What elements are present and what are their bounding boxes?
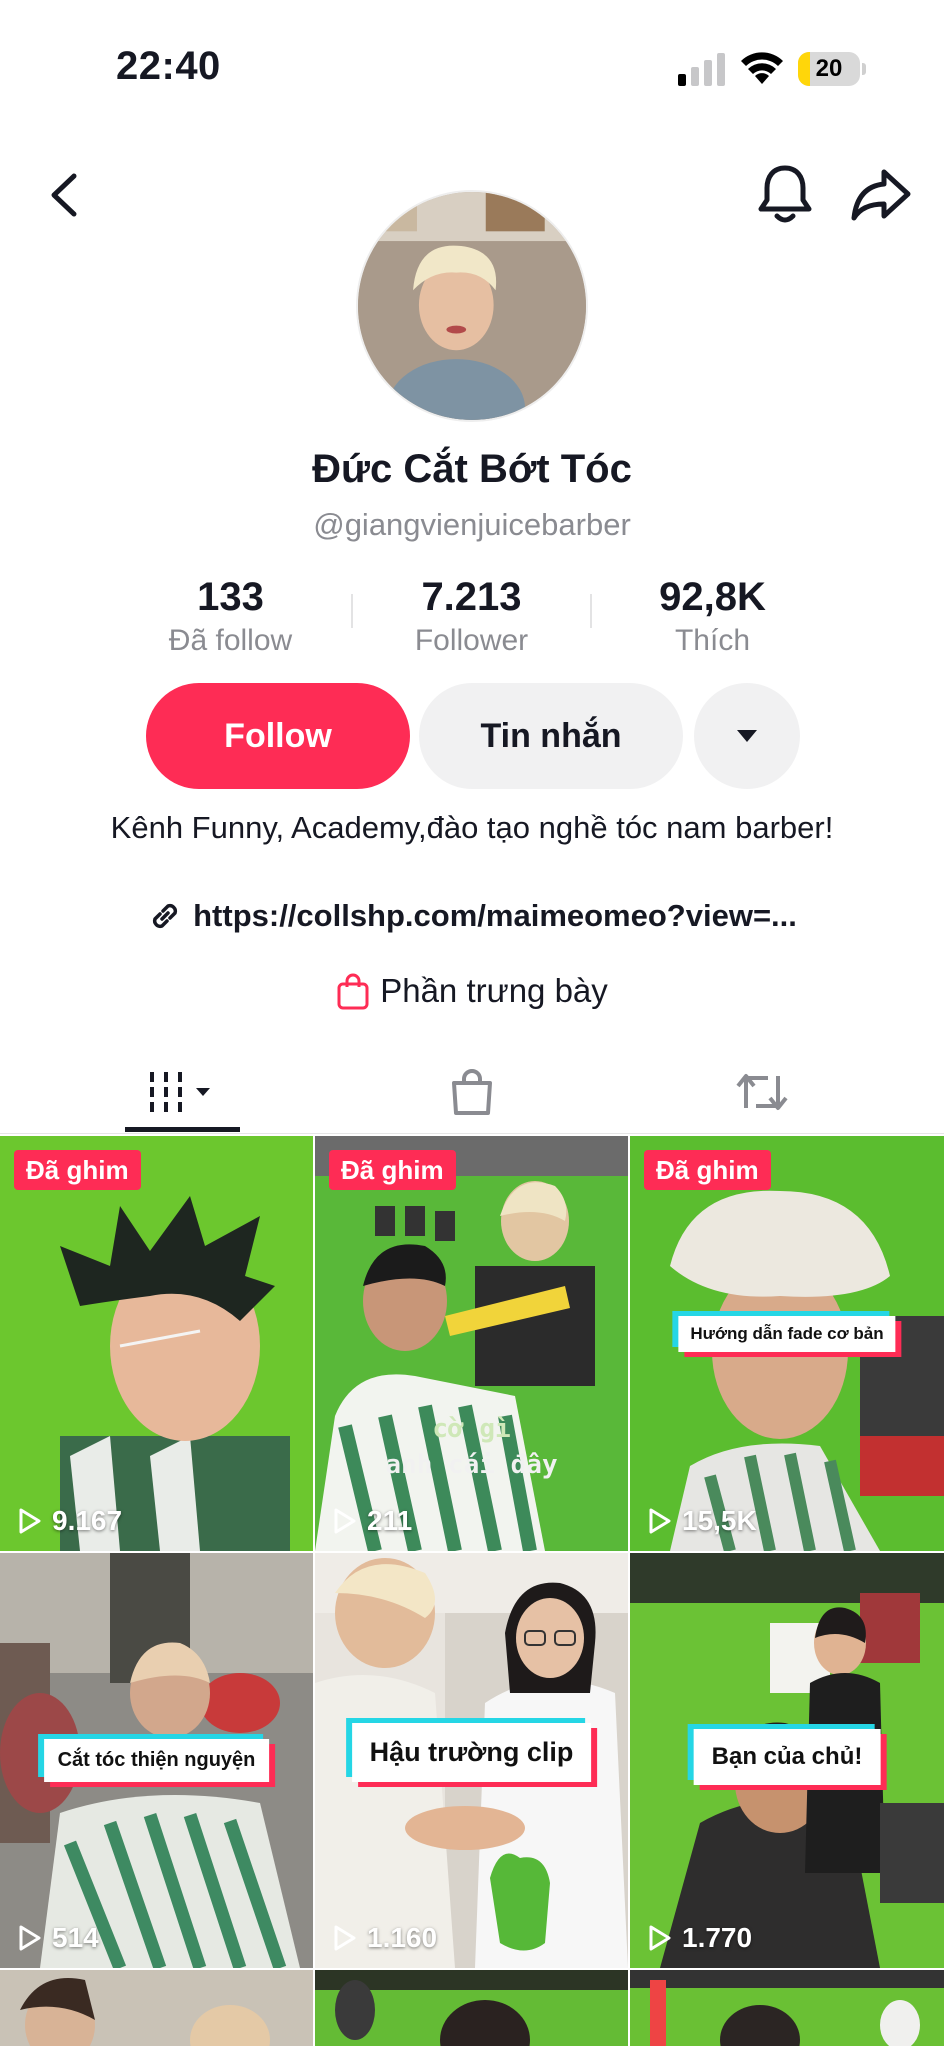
view-count: 514 xyxy=(14,1922,99,1954)
video-caption: Hậu trường clip xyxy=(351,1723,592,1782)
cellular-signal-icon xyxy=(678,53,725,86)
bio-link-text: https://collshp.com/maimeomeo?view=... xyxy=(193,898,797,933)
view-count-text: 15,5K xyxy=(682,1505,757,1536)
view-count-text: 211 xyxy=(367,1505,413,1536)
video-thumbnail[interactable]: Hậu trường clip 1.160 xyxy=(315,1553,628,1968)
display-name: Đức Cắt Bớt Tóc xyxy=(312,447,632,491)
stat-label: Follower xyxy=(414,624,529,657)
play-icon xyxy=(19,1508,41,1534)
username: @giangvienjuicebarber xyxy=(313,507,631,542)
video-thumbnail[interactable]: Cắt tóc thiện nguyện 514 xyxy=(0,1553,313,1968)
view-count-text: 514 xyxy=(52,1922,99,1953)
video-thumbnail[interactable] xyxy=(630,1970,944,2046)
video-thumbnail-image xyxy=(315,1136,628,1551)
video-thumbnail[interactable]: cờ gì anh cái đây Đã ghim 211 xyxy=(315,1136,628,1551)
link-icon xyxy=(153,903,178,929)
more-options-button[interactable] xyxy=(694,683,800,789)
message-button[interactable]: Tin nhắn xyxy=(419,683,683,789)
tab-shop[interactable] xyxy=(420,1050,524,1134)
video-thumbnail-image xyxy=(630,1970,944,2046)
battery-indicator: 20 xyxy=(798,52,860,86)
view-count: 211 xyxy=(329,1505,412,1537)
view-count: 15,5K xyxy=(644,1505,757,1537)
stat-value: 133 xyxy=(197,575,264,619)
video-caption: Hướng dẫn fade cơ bản xyxy=(678,1316,896,1352)
video-subtitle: anh cái đây xyxy=(385,1450,558,1480)
pinned-badge: Đã ghim xyxy=(644,1150,771,1190)
bio-text: Kênh Funny, Academy,đào tạo nghề tóc nam… xyxy=(110,810,834,845)
view-count: 1.160 xyxy=(329,1922,437,1954)
video-thumbnail[interactable] xyxy=(315,1970,628,2046)
shopping-bag-icon xyxy=(452,1069,492,1115)
stat-label: Thích xyxy=(674,624,751,657)
stat-following[interactable]: 133 Đã follow xyxy=(110,572,351,662)
showcase-label: Phần trưng bày xyxy=(380,972,608,1009)
play-icon xyxy=(19,1925,41,1951)
play-icon xyxy=(649,1925,671,1951)
stat-value: 7.213 xyxy=(421,575,522,619)
video-thumbnail[interactable] xyxy=(0,1970,313,2046)
status-time: 22:40 xyxy=(116,44,221,88)
bio-link[interactable]: https://collshp.com/maimeomeo?view=... xyxy=(112,893,832,939)
play-icon xyxy=(334,1925,356,1951)
video-thumbnail[interactable]: Bạn của chủ! 1.770 xyxy=(630,1553,944,1968)
profile-tabs xyxy=(0,1050,944,1134)
status-bar: 22:40 20 xyxy=(0,0,944,130)
view-count: 9.167 xyxy=(14,1505,122,1537)
stat-divider xyxy=(351,594,353,628)
play-icon xyxy=(334,1508,356,1534)
play-icon xyxy=(649,1508,671,1534)
shopping-bag-icon xyxy=(337,973,369,1010)
share-arrow-icon[interactable] xyxy=(850,166,912,222)
view-count: 1.770 xyxy=(644,1922,752,1954)
wifi-icon xyxy=(741,52,783,84)
video-caption: Bạn của chủ! xyxy=(693,1729,881,1785)
video-thumbnail-image xyxy=(315,1970,628,2046)
view-count-text: 1.770 xyxy=(682,1922,753,1953)
stat-likes[interactable]: 92,8K Thích xyxy=(592,572,833,662)
tab-videos[interactable] xyxy=(125,1050,240,1134)
video-thumbnail-image xyxy=(0,1136,313,1551)
battery-cap xyxy=(862,63,866,75)
video-thumbnail[interactable]: Hướng dẫn fade cơ bản Đã ghim 15,5K xyxy=(630,1136,944,1551)
follow-button[interactable]: Follow xyxy=(146,683,410,789)
video-caption: Cắt tóc thiện nguyện xyxy=(43,1739,270,1782)
stat-label: Đã follow xyxy=(168,624,293,657)
chevron-left-icon[interactable] xyxy=(44,168,84,222)
pinned-badge: Đã ghim xyxy=(329,1150,456,1190)
profile-stats: 133 Đã follow 7.213 Follower 92,8K Thích xyxy=(110,572,834,662)
view-count-text: 9.167 xyxy=(52,1505,123,1536)
repost-icon xyxy=(736,1074,788,1110)
pinned-badge: Đã ghim xyxy=(14,1150,141,1190)
video-thumbnail[interactable]: Đã ghim 9.167 xyxy=(0,1136,313,1551)
video-subtitle: cờ gì xyxy=(432,1414,511,1444)
active-tab-indicator xyxy=(125,1127,240,1132)
stat-followers[interactable]: 7.213 Follower xyxy=(351,572,592,662)
avatar[interactable] xyxy=(356,190,588,422)
video-thumbnail-image xyxy=(0,1970,313,2046)
caret-down-icon xyxy=(737,730,757,742)
bell-icon[interactable] xyxy=(756,162,814,226)
view-count-text: 1.160 xyxy=(367,1922,438,1953)
battery-percent: 20 xyxy=(815,55,843,82)
tab-repost[interactable] xyxy=(710,1050,814,1134)
stat-value: 92,8K xyxy=(659,575,766,619)
videos-grid-icon xyxy=(149,1072,210,1112)
showcase-link[interactable]: Phần trưng bày xyxy=(0,968,944,1014)
